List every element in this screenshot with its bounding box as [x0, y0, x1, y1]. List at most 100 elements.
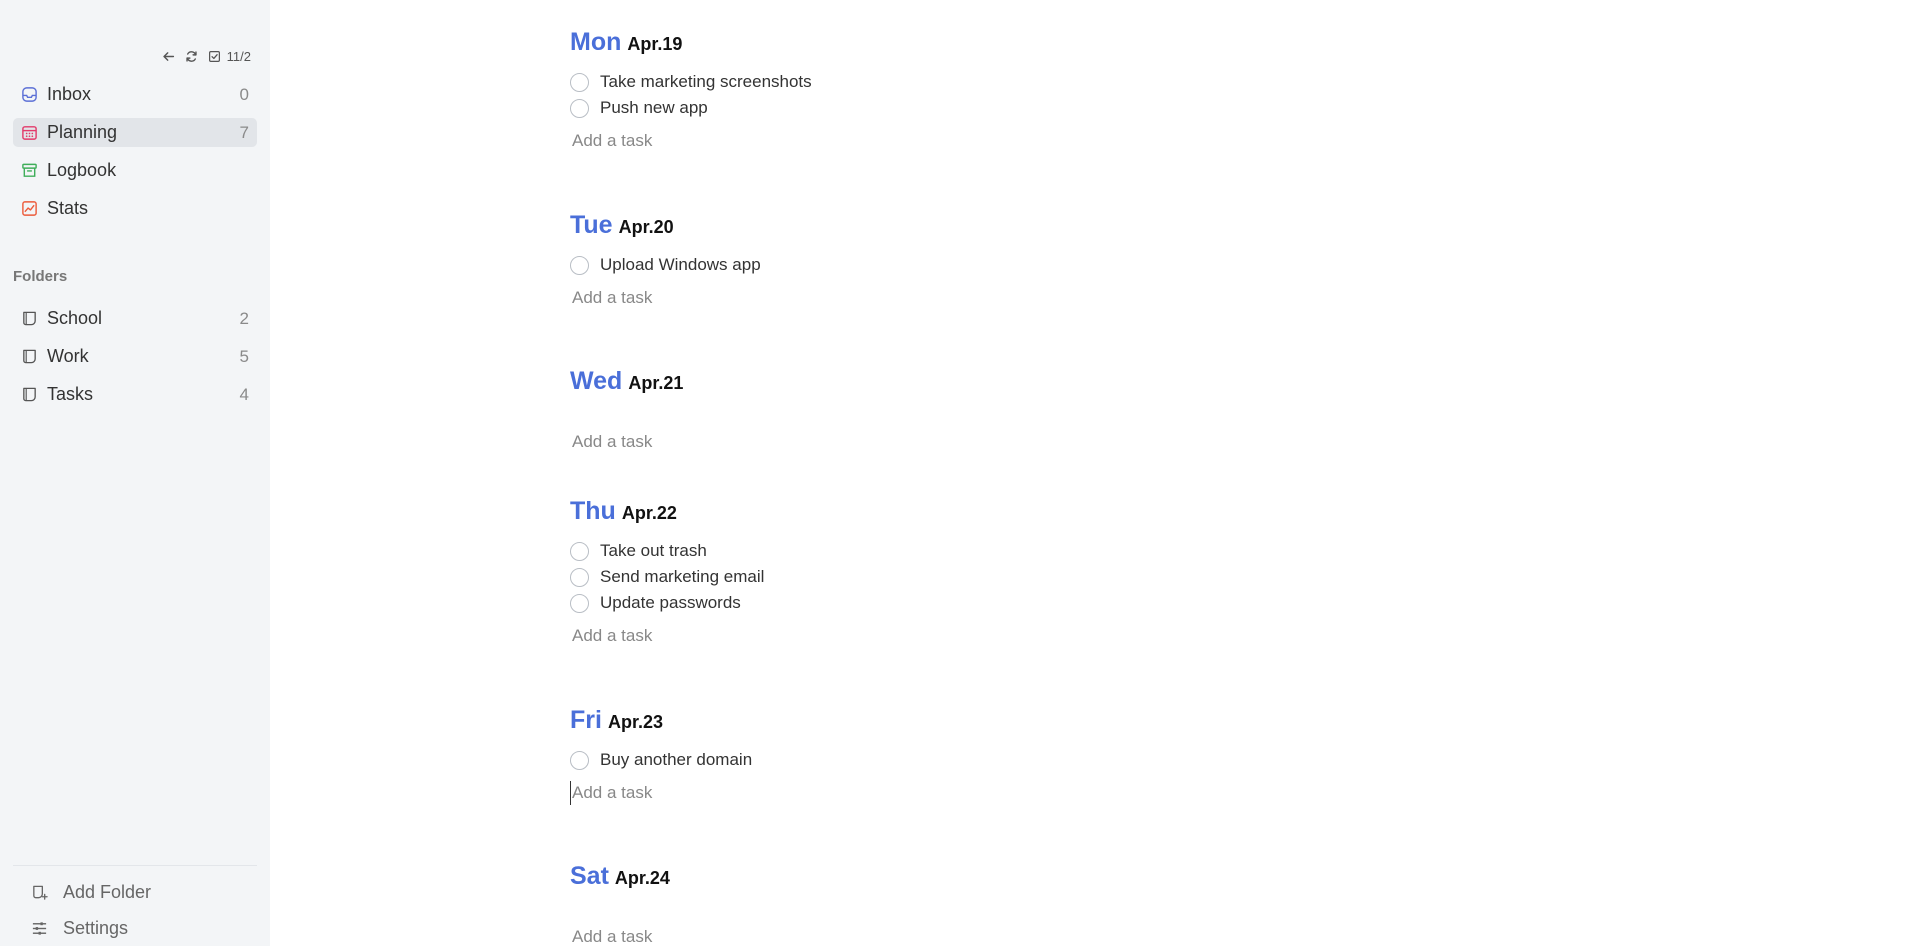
add-task-input[interactable]: [570, 129, 970, 153]
task-checkbox[interactable]: [570, 567, 589, 587]
task-checkbox[interactable]: [570, 255, 589, 275]
day-name: Tue: [570, 211, 613, 239]
folder-item-tasks[interactable]: Tasks 4: [13, 380, 257, 409]
settings-label: Settings: [63, 917, 129, 938]
folder-item-label: Tasks: [47, 384, 94, 404]
day-header: Fri Apr.23: [570, 706, 1270, 735]
planning-view: Mon Apr.19 Take marketing screenshots Pu…: [270, 0, 1918, 946]
completed-count: 11/2: [226, 49, 251, 64]
nav-item-label: Planning: [47, 122, 118, 142]
add-task-input[interactable]: [570, 925, 970, 946]
nav-item-logbook[interactable]: Logbook: [13, 156, 257, 185]
day-header: Wed Apr.21: [570, 367, 1270, 396]
nav-item-label: Inbox: [47, 84, 92, 104]
day-header: Sat Apr.24: [570, 862, 1270, 891]
add-task-input[interactable]: [570, 624, 970, 648]
day-date: Apr.22: [621, 503, 677, 523]
task-title[interactable]: Take out trash: [600, 541, 707, 561]
task-item: Push new app: [570, 95, 1270, 121]
day-section-thu: Thu Apr.22 Take out trash Send marketing…: [570, 497, 1270, 648]
folder-item-label: Work: [47, 346, 89, 366]
add-folder-label: Add Folder: [63, 881, 152, 902]
day-date: Apr.20: [618, 217, 674, 237]
nav-item-count: 7: [239, 122, 249, 142]
sidebar-footer: Add Folder Settings: [13, 865, 257, 946]
task-list: Take marketing screenshots Push new app: [570, 69, 1270, 121]
folder-icon: [19, 309, 39, 329]
archive-icon: [19, 161, 39, 181]
add-task-input[interactable]: [570, 781, 970, 805]
nav-item-planning[interactable]: Planning 7: [13, 118, 257, 147]
nav-item-label: Stats: [47, 198, 89, 218]
refresh-icon[interactable]: [185, 50, 199, 64]
day-section-wed: Wed Apr.21: [570, 367, 1270, 454]
task-item: Upload Windows app: [570, 252, 1270, 278]
task-checkbox[interactable]: [570, 593, 589, 613]
task-title[interactable]: Buy another domain: [600, 750, 752, 770]
folder-icon: [19, 385, 39, 405]
day-name: Wed: [570, 367, 623, 395]
add-task-input[interactable]: [570, 286, 970, 310]
inbox-icon: [19, 85, 39, 105]
nav-item-inbox[interactable]: Inbox 0: [13, 80, 257, 109]
day-date: Apr.19: [627, 34, 683, 54]
day-header: Tue Apr.20: [570, 211, 1270, 240]
checked-box-icon[interactable]: [208, 50, 222, 64]
task-item: Send marketing email: [570, 564, 1270, 590]
task-list: Take out trash Send marketing email Upda…: [570, 538, 1270, 616]
task-title[interactable]: Push new app: [600, 98, 708, 118]
folder-item-count: 2: [239, 308, 249, 328]
day-name: Thu: [570, 497, 616, 525]
add-folder-icon: [29, 882, 49, 902]
folder-list: School 2 Work 5 Tasks 4: [13, 304, 257, 418]
folder-item-label: School: [47, 308, 103, 328]
day-date: Apr.23: [607, 712, 663, 732]
task-title[interactable]: Upload Windows app: [600, 255, 761, 275]
back-arrow-icon[interactable]: [162, 50, 176, 64]
day-header: Thu Apr.22: [570, 497, 1270, 526]
task-title[interactable]: Update passwords: [600, 593, 741, 613]
folder-icon: [19, 347, 39, 367]
folder-item-count: 5: [239, 346, 249, 366]
task-checkbox[interactable]: [570, 541, 589, 561]
folders-heading: Folders: [13, 268, 68, 285]
day-date: Apr.24: [614, 868, 670, 888]
task-item: Update passwords: [570, 590, 1270, 616]
chart-icon: [19, 199, 39, 219]
day-name: Sat: [570, 862, 609, 890]
folder-item-work[interactable]: Work 5: [13, 342, 257, 371]
task-list: Upload Windows app: [570, 252, 1270, 278]
task-title[interactable]: Send marketing email: [600, 567, 764, 587]
calendar-icon: [19, 123, 39, 143]
add-task-input[interactable]: [570, 430, 970, 454]
sliders-icon: [29, 918, 49, 938]
sidebar: 11/2 Inbox 0 Planning 7 Logbook Stats Fo…: [0, 0, 270, 946]
task-item: Take marketing screenshots: [570, 69, 1270, 95]
day-header: Mon Apr.19: [570, 28, 1270, 57]
main-nav: Inbox 0 Planning 7 Logbook Stats: [13, 80, 257, 232]
add-folder-button[interactable]: Add Folder: [13, 874, 257, 910]
day-name: Mon: [570, 28, 622, 56]
folder-item-school[interactable]: School 2: [13, 304, 257, 333]
task-checkbox[interactable]: [570, 750, 589, 770]
sidebar-toolbar: 11/2: [162, 49, 251, 64]
task-item: Take out trash: [570, 538, 1270, 564]
day-section-tue: Tue Apr.20 Upload Windows app: [570, 211, 1270, 310]
nav-item-stats[interactable]: Stats: [13, 194, 257, 223]
task-title[interactable]: Take marketing screenshots: [600, 72, 812, 92]
day-section-sat: Sat Apr.24: [570, 862, 1270, 946]
settings-button[interactable]: Settings: [13, 910, 257, 946]
day-name: Fri: [570, 706, 602, 734]
task-checkbox[interactable]: [570, 98, 589, 118]
day-date: Apr.21: [628, 373, 684, 393]
task-list: [570, 408, 1270, 422]
day-section-mon: Mon Apr.19 Take marketing screenshots Pu…: [570, 28, 1270, 153]
day-section-fri: Fri Apr.23 Buy another domain: [570, 706, 1270, 805]
nav-item-label: Logbook: [47, 160, 117, 180]
task-list: [570, 903, 1270, 917]
task-item: Buy another domain: [570, 747, 1270, 773]
nav-item-count: 0: [239, 84, 249, 104]
folder-item-count: 4: [239, 384, 249, 404]
task-checkbox[interactable]: [570, 72, 589, 92]
task-list: Buy another domain: [570, 747, 1270, 773]
